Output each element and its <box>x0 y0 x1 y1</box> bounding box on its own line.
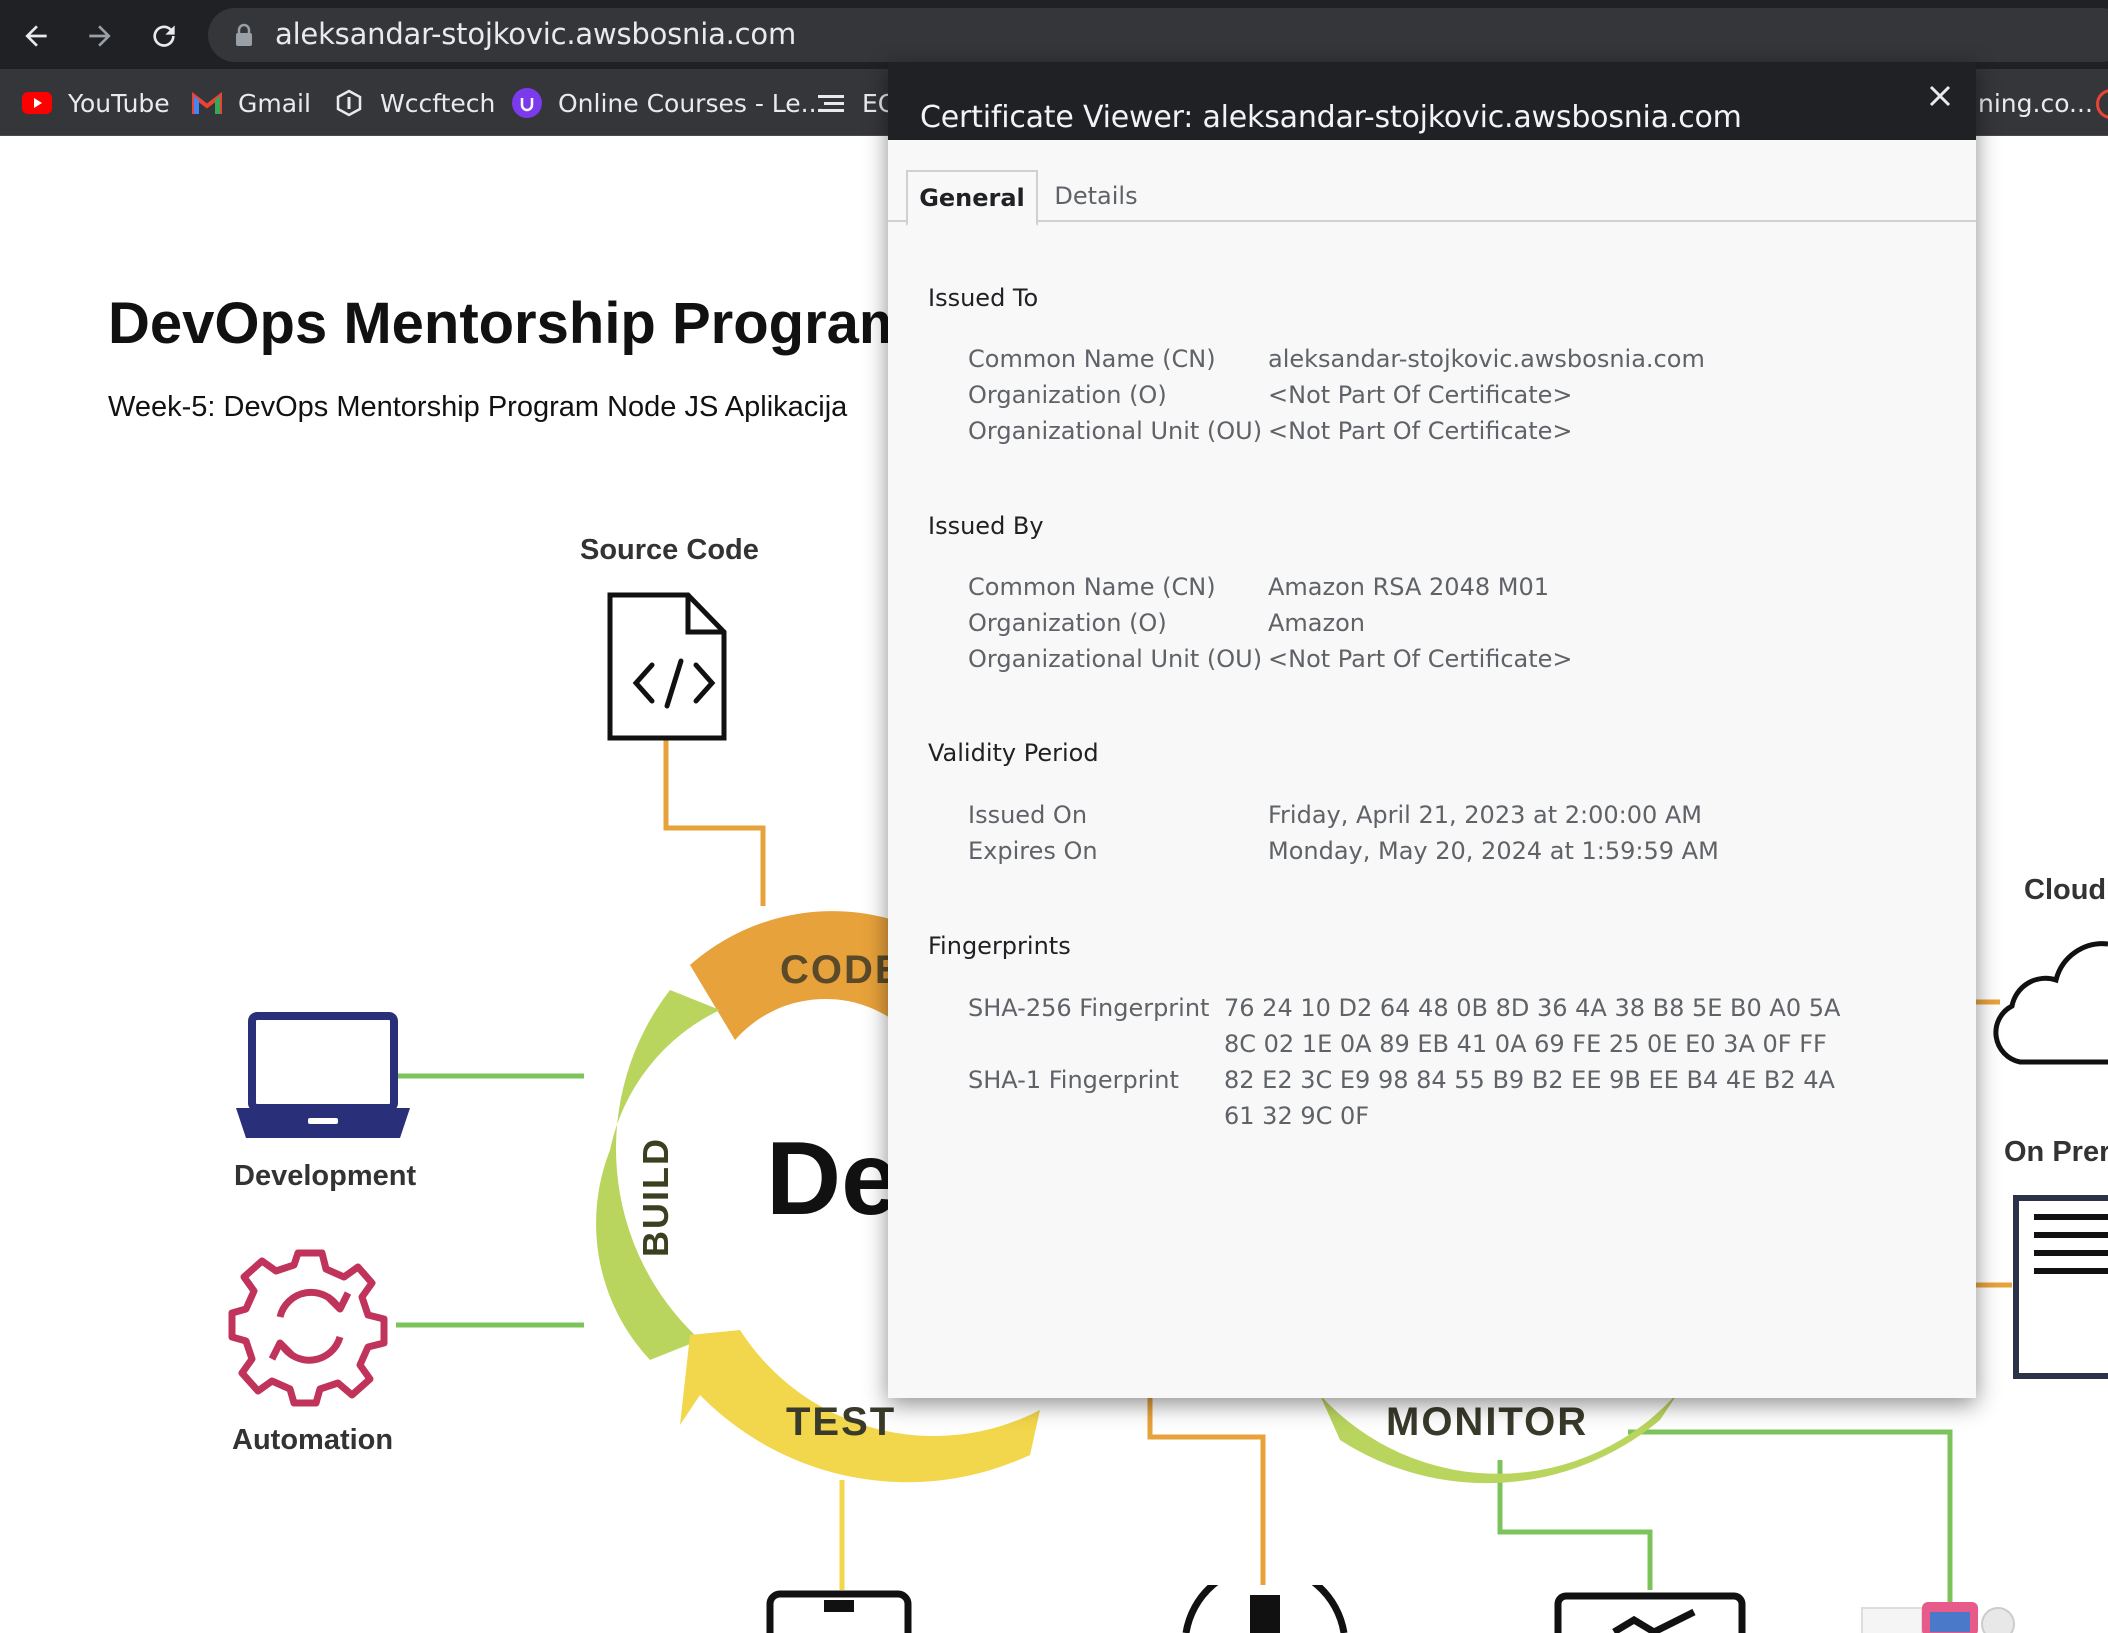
cloud-label: Cloud <box>2024 874 2107 906</box>
connector-source-code <box>663 740 766 906</box>
field-value: <Not Part Of Certificate> <box>1268 381 1573 409</box>
development-label: Development <box>234 1160 417 1192</box>
dialog-header: Certificate Viewer: aleksandar-stojkovic… <box>888 62 1976 140</box>
server-icon <box>2013 1195 2108 1379</box>
field-label: Organizational Unit (OU) <box>968 417 1263 445</box>
section-issued-to: Issued To <box>928 284 1039 312</box>
test-tool-icon <box>766 1590 912 1633</box>
field-value: <Not Part Of Certificate> <box>1268 417 1573 445</box>
app-stack-icon <box>1861 1602 2015 1633</box>
sha256-fingerprint-line: 76 24 10 D2 64 48 0B 8D 36 4A 38 B8 5E B… <box>1224 994 1841 1022</box>
section-fingerprints: Fingerprints <box>928 932 1071 960</box>
source-code-label: Source Code <box>580 534 759 566</box>
close-icon <box>1929 85 1951 107</box>
cycle-center-text: De <box>766 1121 899 1237</box>
sha256-fingerprint-line: 8C 02 1E 0A 89 EB 41 0A 69 FE 25 0E E0 3… <box>1224 1030 1827 1058</box>
field-value: <Not Part Of Certificate> <box>1268 645 1573 673</box>
connector-deploy <box>1147 1395 1266 1590</box>
cycle-code-label: CODE <box>780 948 904 992</box>
tab-general[interactable]: General <box>906 170 1038 226</box>
laptop-icon <box>236 1012 410 1138</box>
field-label: Organization (O) <box>968 381 1167 409</box>
cycle-build-label: BUILD <box>635 1137 676 1257</box>
dialog-title: Certificate Viewer: aleksandar-stojkovic… <box>920 100 1742 135</box>
field-label: Common Name (CN) <box>968 573 1216 601</box>
cloud-icon <box>1993 941 2108 1065</box>
field-value: Monday, May 20, 2024 at 1:59:59 AM <box>1268 837 1719 865</box>
field-value: Amazon RSA 2048 M01 <box>1268 573 1549 601</box>
field-value: Friday, April 21, 2023 at 2:00:00 AM <box>1268 801 1703 829</box>
on-prem-label: On Prer <box>2004 1136 2108 1168</box>
tab-details[interactable]: Details <box>1036 170 1156 222</box>
field-label: Issued On <box>968 801 1088 829</box>
connector-monitor-right <box>1628 1429 1953 1610</box>
field-label: Organization (O) <box>968 609 1167 637</box>
code-file-icon <box>607 592 727 741</box>
monitor-screen-icon <box>1554 1592 1746 1633</box>
automation-label: Automation <box>232 1424 394 1456</box>
sha1-fingerprint-line: 82 E2 3C E9 98 84 55 B9 B2 EE 9B EE B4 4… <box>1224 1066 1835 1094</box>
field-label: Common Name (CN) <box>968 345 1216 373</box>
field-label: Expires On <box>968 837 1098 865</box>
certificate-viewer-dialog: Certificate Viewer: aleksandar-stojkovic… <box>888 62 1976 1398</box>
field-value: aleksandar-stojkovic.awsbosnia.com <box>1268 345 1705 373</box>
field-label: SHA-1 Fingerprint <box>968 1066 1179 1094</box>
field-label: SHA-256 Fingerprint <box>968 994 1210 1022</box>
gear-icon <box>228 1249 388 1407</box>
section-issued-by: Issued By <box>928 512 1044 540</box>
cycle-test-label: TEST <box>786 1400 897 1444</box>
field-value: Amazon <box>1268 609 1365 637</box>
deploy-tool-icon <box>1182 1585 1348 1633</box>
field-label: Organizational Unit (OU) <box>968 645 1263 673</box>
sha1-fingerprint-line: 61 32 9C 0F <box>1224 1102 1370 1130</box>
cycle-monitor-label: MONITOR <box>1386 1400 1589 1444</box>
section-validity-period: Validity Period <box>928 739 1099 767</box>
close-button[interactable] <box>1922 78 1958 114</box>
